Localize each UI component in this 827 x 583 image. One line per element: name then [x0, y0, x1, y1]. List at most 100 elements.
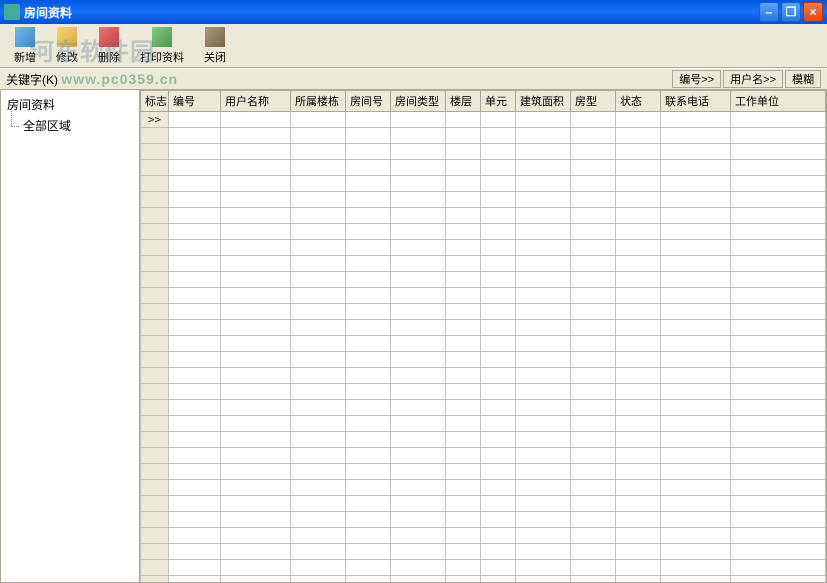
grid-cell[interactable]	[516, 368, 571, 384]
grid-cell[interactable]	[571, 368, 616, 384]
grid-cell[interactable]	[169, 512, 221, 528]
grid-cell[interactable]	[731, 400, 826, 416]
grid-cell[interactable]	[481, 416, 516, 432]
grid-cell[interactable]	[141, 352, 169, 368]
grid-cell[interactable]	[391, 304, 446, 320]
grid-cell[interactable]	[516, 112, 571, 128]
grid-cell[interactable]	[346, 144, 391, 160]
grid-cell[interactable]	[731, 128, 826, 144]
grid-cell[interactable]	[141, 400, 169, 416]
table-row[interactable]	[141, 352, 826, 368]
grid-cell[interactable]	[291, 384, 346, 400]
table-row[interactable]	[141, 224, 826, 240]
grid-cell[interactable]	[346, 368, 391, 384]
grid-cell[interactable]	[346, 176, 391, 192]
grid-cell[interactable]	[571, 576, 616, 583]
grid-cell[interactable]	[481, 576, 516, 583]
grid-cell[interactable]	[391, 112, 446, 128]
grid-cell[interactable]	[481, 144, 516, 160]
grid-cell[interactable]	[141, 240, 169, 256]
table-row[interactable]	[141, 208, 826, 224]
grid-cell[interactable]	[516, 448, 571, 464]
grid-cell[interactable]	[661, 288, 731, 304]
grid-cell[interactable]	[221, 320, 291, 336]
grid-cell[interactable]	[516, 208, 571, 224]
table-row[interactable]	[141, 400, 826, 416]
grid-cell[interactable]	[391, 272, 446, 288]
grid-cell[interactable]	[391, 160, 446, 176]
grid-cell[interactable]	[516, 432, 571, 448]
table-row[interactable]	[141, 368, 826, 384]
grid-cell[interactable]	[616, 224, 661, 240]
column-header[interactable]: 状态	[616, 91, 661, 112]
table-row[interactable]	[141, 288, 826, 304]
grid-cell[interactable]	[481, 224, 516, 240]
grid-cell[interactable]	[291, 304, 346, 320]
grid-cell[interactable]	[291, 400, 346, 416]
grid-cell[interactable]	[169, 240, 221, 256]
grid-cell[interactable]	[141, 368, 169, 384]
grid-cell[interactable]	[481, 240, 516, 256]
grid-cell[interactable]	[516, 576, 571, 583]
grid-cell[interactable]	[221, 368, 291, 384]
minimize-button[interactable]: –	[759, 2, 779, 22]
grid-cell[interactable]	[291, 192, 346, 208]
grid-cell[interactable]	[516, 288, 571, 304]
grid-cell[interactable]	[481, 272, 516, 288]
grid-cell[interactable]	[141, 224, 169, 240]
grid-cell[interactable]	[346, 400, 391, 416]
grid-cell[interactable]	[169, 576, 221, 583]
grid-cell[interactable]	[221, 112, 291, 128]
grid-cell[interactable]	[481, 208, 516, 224]
new-button[interactable]: 新增	[4, 25, 46, 67]
grid-cell[interactable]	[731, 272, 826, 288]
grid-cell[interactable]	[221, 160, 291, 176]
grid-cell[interactable]	[221, 400, 291, 416]
grid-cell[interactable]	[221, 240, 291, 256]
grid-cell[interactable]	[169, 112, 221, 128]
grid-cell[interactable]	[731, 320, 826, 336]
column-header[interactable]: 建筑面积	[516, 91, 571, 112]
column-header[interactable]: 工作单位	[731, 91, 826, 112]
grid-cell[interactable]	[661, 512, 731, 528]
grid-cell[interactable]	[446, 368, 481, 384]
maximize-button[interactable]: ❐	[781, 2, 801, 22]
grid-cell[interactable]	[346, 304, 391, 320]
grid-cell[interactable]	[169, 464, 221, 480]
grid-cell[interactable]	[446, 512, 481, 528]
grid-cell[interactable]	[346, 416, 391, 432]
grid-cell[interactable]	[141, 128, 169, 144]
table-row[interactable]	[141, 560, 826, 576]
grid-cell[interactable]	[731, 432, 826, 448]
grid-cell[interactable]	[346, 496, 391, 512]
grid-cell[interactable]	[516, 336, 571, 352]
grid-cell[interactable]	[446, 288, 481, 304]
grid-cell[interactable]	[616, 256, 661, 272]
grid-cell[interactable]	[661, 448, 731, 464]
column-header[interactable]: 所属楼栋	[291, 91, 346, 112]
grid-cell[interactable]	[731, 240, 826, 256]
grid-cell[interactable]	[221, 496, 291, 512]
grid-cell[interactable]	[661, 304, 731, 320]
grid-cell[interactable]	[391, 336, 446, 352]
grid-cell[interactable]	[731, 352, 826, 368]
grid-cell[interactable]	[346, 288, 391, 304]
grid-cell[interactable]	[616, 160, 661, 176]
grid-cell[interactable]	[446, 384, 481, 400]
column-header[interactable]: 单元	[481, 91, 516, 112]
grid-cell[interactable]	[446, 464, 481, 480]
grid-cell[interactable]	[481, 192, 516, 208]
table-row[interactable]	[141, 448, 826, 464]
grid-cell[interactable]	[571, 128, 616, 144]
grid-cell[interactable]	[446, 480, 481, 496]
grid-cell[interactable]	[661, 240, 731, 256]
grid-cell[interactable]	[391, 368, 446, 384]
grid-cell[interactable]	[481, 160, 516, 176]
grid-cell[interactable]	[169, 496, 221, 512]
grid-cell[interactable]	[661, 256, 731, 272]
grid-cell[interactable]	[391, 416, 446, 432]
grid-cell[interactable]	[616, 480, 661, 496]
grid-cell[interactable]	[346, 160, 391, 176]
grid-cell[interactable]	[346, 464, 391, 480]
grid-cell[interactable]	[346, 512, 391, 528]
